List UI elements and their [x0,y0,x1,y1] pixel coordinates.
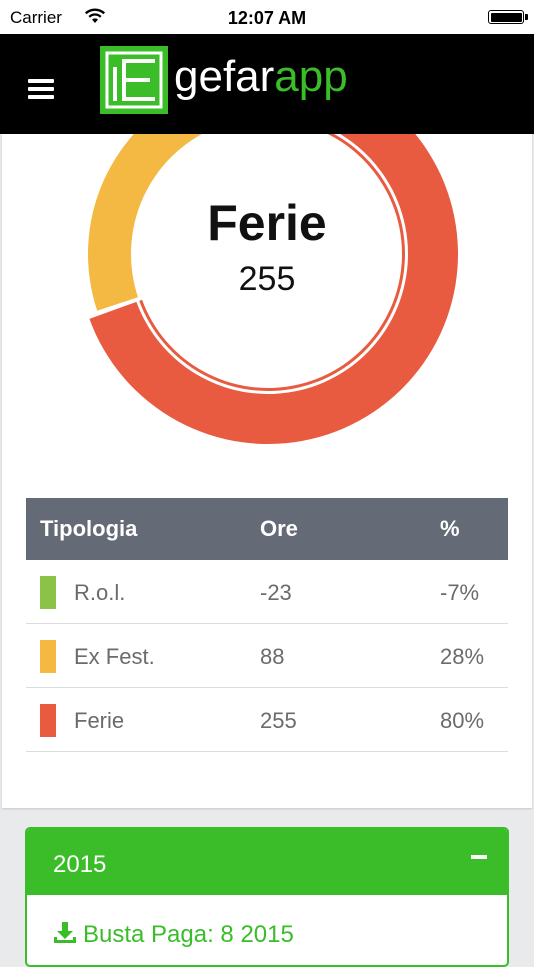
status-bar: Carrier 12:07 AM [0,0,534,34]
row-type: Ex Fest. [74,644,155,669]
table-header: Tipologia Ore % [26,498,508,560]
table-row: Ex Fest. 88 28% [26,624,508,688]
payslip-link[interactable]: Busta Paga: 8 2015 [53,921,294,949]
year-panel-2015: 2015 Busta Paga: 8 2015 [25,827,509,967]
logo-text: gefarapp [174,52,348,101]
donut-center-value: 255 [238,260,296,298]
year-label: 2015 [53,851,107,878]
clock: 12:07 AM [227,8,307,28]
year-panel-header[interactable]: 2015 [27,829,507,895]
donut-chart [88,134,458,444]
row-percent: -7% [440,580,480,605]
gefarapp-logo-icon [100,46,168,114]
row-type: R.o.l. [74,580,126,605]
donut-center-label: Ferie [207,195,327,251]
hours-table: Tipologia Ore % R.o.l. -23 -7% Ex Fest. … [26,498,508,752]
row-hours: 255 [260,708,297,733]
app-header: gefarapp [0,34,534,134]
row-percent: 80% [440,708,485,733]
row-hours: -23 [260,580,292,605]
table-row: R.o.l. -23 -7% [26,560,508,624]
header-percent: % [440,516,460,541]
row-hours: 88 [260,644,285,669]
color-swatch [40,576,56,609]
color-swatch [40,704,56,737]
summary-card: Ferie 255 Tipologia Ore % R.o.l. -23 -7%… [2,134,532,808]
header-tipologia: Tipologia [40,516,138,541]
battery-icon [488,10,528,24]
payslip-label: Busta Paga: 8 2015 [83,921,294,948]
row-percent: 28% [440,644,485,669]
table-row: Ferie 255 80% [26,688,508,752]
minus-icon[interactable] [471,855,487,859]
row-type: Ferie [74,708,125,733]
header-ore: Ore [260,516,298,541]
color-swatch [40,640,56,673]
hamburger-icon[interactable] [28,79,54,99]
download-icon [54,922,76,943]
